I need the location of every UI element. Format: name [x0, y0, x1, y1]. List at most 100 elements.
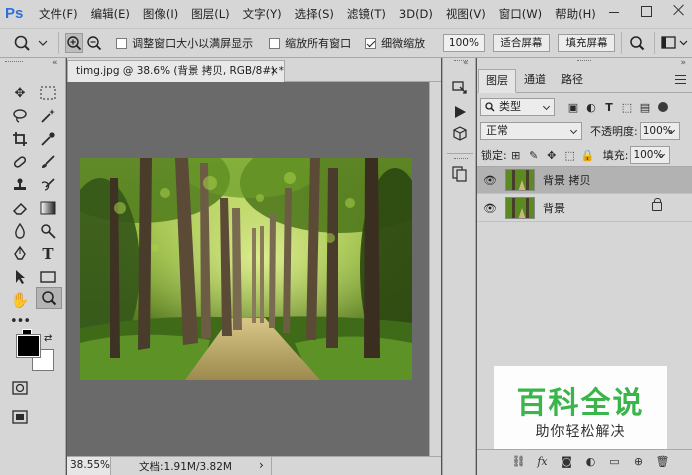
zoom-in-button[interactable] [64, 33, 83, 53]
lock-transparent-icon[interactable]: ⊞ [507, 149, 525, 162]
workspace-switcher[interactable] [661, 33, 689, 53]
tab-channels[interactable]: 通道 [517, 69, 553, 93]
lock-all-icon[interactable]: 🔒 [579, 149, 597, 162]
3d-panel-button[interactable] [450, 124, 470, 144]
horizontal-scrollbar[interactable] [271, 457, 429, 475]
layer-comps-button[interactable] [450, 164, 470, 184]
status-menu-arrow[interactable]: › [259, 458, 264, 472]
blend-mode-select[interactable]: 正常 [480, 122, 582, 140]
close-icon[interactable] [672, 3, 686, 17]
fit-screen-button[interactable]: 适合屏幕 [492, 34, 550, 52]
vertical-scrollbar[interactable] [429, 82, 441, 456]
screen-mode-button[interactable] [8, 406, 32, 428]
history-panel-button[interactable] [450, 78, 470, 98]
healing-brush-tool[interactable] [8, 151, 32, 173]
tab-layers[interactable]: 图层 [478, 69, 516, 93]
blur-tool[interactable] [8, 220, 32, 242]
visibility-eye-icon[interactable]: 👁 [477, 202, 503, 215]
new-group-icon[interactable]: ▭ [605, 455, 624, 471]
menu-file[interactable]: 文件(F) [39, 6, 78, 22]
zoom-out-button[interactable] [86, 33, 103, 53]
layer-row[interactable]: 👁 背景 拷贝 [477, 167, 692, 194]
zoom-percent-field[interactable]: 100% [443, 34, 485, 52]
layer-comps-icon [452, 166, 467, 182]
forest-path-image[interactable] [80, 158, 412, 380]
eraser-tool[interactable] [8, 197, 32, 219]
menu-help[interactable]: 帮助(H) [555, 6, 596, 22]
layer-style-icon[interactable]: fx [533, 455, 552, 471]
filter-kind-select[interactable]: 类型 [480, 98, 555, 116]
search-button[interactable] [628, 33, 645, 53]
menu-filter[interactable]: 滤镜(T) [347, 6, 386, 22]
lock-position-icon[interactable]: ✥ [543, 149, 561, 162]
adjustment-filter-icon[interactable]: ◐ [582, 101, 600, 114]
shape-filter-icon[interactable]: ⬚ [618, 101, 636, 114]
close-tab-icon[interactable]: × [270, 61, 279, 81]
adjustment-layer-icon[interactable]: ◐ [581, 455, 600, 471]
eyedropper-tool[interactable] [36, 128, 60, 150]
smart-object-filter-icon[interactable]: ▤ [636, 101, 654, 114]
lasso-icon [13, 109, 27, 123]
resize-windows-option[interactable]: 调整窗口大小以满屏显示 [116, 35, 253, 51]
menu-view[interactable]: 视图(V) [446, 6, 486, 22]
foreground-color-swatch[interactable] [16, 334, 41, 358]
swap-colors-icon[interactable]: ⇄ [44, 333, 52, 344]
rectangular-marquee-icon [40, 86, 56, 100]
lock-pixels-icon[interactable]: ✎ [525, 149, 543, 162]
document-tab[interactable]: timg.jpg @ 38.6% (背景 拷贝, RGB/8#) * × [67, 60, 285, 82]
gradient-tool[interactable] [36, 197, 60, 219]
menu-select[interactable]: 选择(S) [295, 6, 334, 22]
zoom-all-checkbox[interactable] [269, 37, 281, 49]
zoom-tool[interactable] [36, 287, 62, 309]
fill-screen-button[interactable]: 填充屏幕 [557, 34, 616, 52]
maximize-icon[interactable] [641, 5, 652, 17]
minimize-icon[interactable] [607, 3, 621, 17]
menu-3d[interactable]: 3D(D) [399, 7, 433, 21]
move-tool[interactable]: ✥ [8, 82, 32, 104]
trash-icon[interactable]: 🗑 [653, 455, 672, 471]
opacity-field[interactable]: 100% [639, 122, 680, 140]
lock-artboard-icon[interactable]: ⬚ [561, 149, 579, 162]
lasso-tool[interactable] [8, 105, 32, 127]
add-mask-icon[interactable]: ◙ [557, 455, 576, 471]
crop-tool[interactable] [8, 128, 32, 150]
brush-tool[interactable] [36, 151, 60, 173]
new-layer-icon[interactable]: ⊕ [629, 455, 648, 471]
actions-panel-button[interactable] [450, 102, 470, 122]
scrubby-zoom-option[interactable]: 细微缩放 [365, 35, 425, 51]
menu-image[interactable]: 图像(I) [143, 6, 178, 22]
menu-window[interactable]: 窗口(W) [499, 6, 542, 22]
rectangle-tool[interactable] [36, 266, 60, 288]
type-filter-icon[interactable]: T [600, 101, 618, 114]
history-brush-tool[interactable] [36, 174, 60, 196]
resize-windows-checkbox[interactable] [116, 37, 128, 49]
pen-tool[interactable] [8, 243, 32, 265]
menu-type[interactable]: 文字(Y) [243, 6, 282, 22]
quick-selection-tool[interactable] [36, 105, 60, 127]
fill-field[interactable]: 100% [630, 146, 671, 164]
menu-layer[interactable]: 图层(L) [191, 6, 229, 22]
menu-edit[interactable]: 编辑(E) [91, 6, 130, 22]
collapse-icon[interactable]: « [463, 58, 469, 68]
panel-menu-icon[interactable] [675, 75, 686, 84]
path-selection-tool[interactable] [8, 266, 32, 288]
link-layers-icon[interactable]: ⛓ [509, 455, 528, 471]
clone-stamp-tool[interactable] [8, 174, 32, 196]
tab-paths[interactable]: 路径 [554, 69, 590, 93]
filter-toggle-icon[interactable] [658, 102, 668, 112]
dodge-tool[interactable] [36, 220, 60, 242]
zoom-all-label: 缩放所有窗口 [285, 37, 352, 50]
tool-preset-picker[interactable] [12, 31, 52, 55]
collapse-icon[interactable]: « [52, 58, 58, 68]
marquee-tool[interactable] [36, 82, 60, 104]
quick-mask-button[interactable] [8, 377, 32, 399]
pixel-filter-icon[interactable]: ▣ [564, 101, 582, 114]
visibility-eye-icon[interactable]: 👁 [477, 174, 503, 187]
layer-row[interactable]: 👁 背景 [477, 195, 692, 222]
expand-icon[interactable]: » [680, 58, 686, 68]
scrubby-zoom-checkbox[interactable] [365, 37, 377, 49]
zoom-level[interactable]: 38.55% [67, 457, 111, 475]
zoom-all-option[interactable]: 缩放所有窗口 [269, 35, 351, 51]
type-tool[interactable]: T [36, 243, 60, 265]
hand-tool[interactable]: ✋ [8, 289, 32, 311]
